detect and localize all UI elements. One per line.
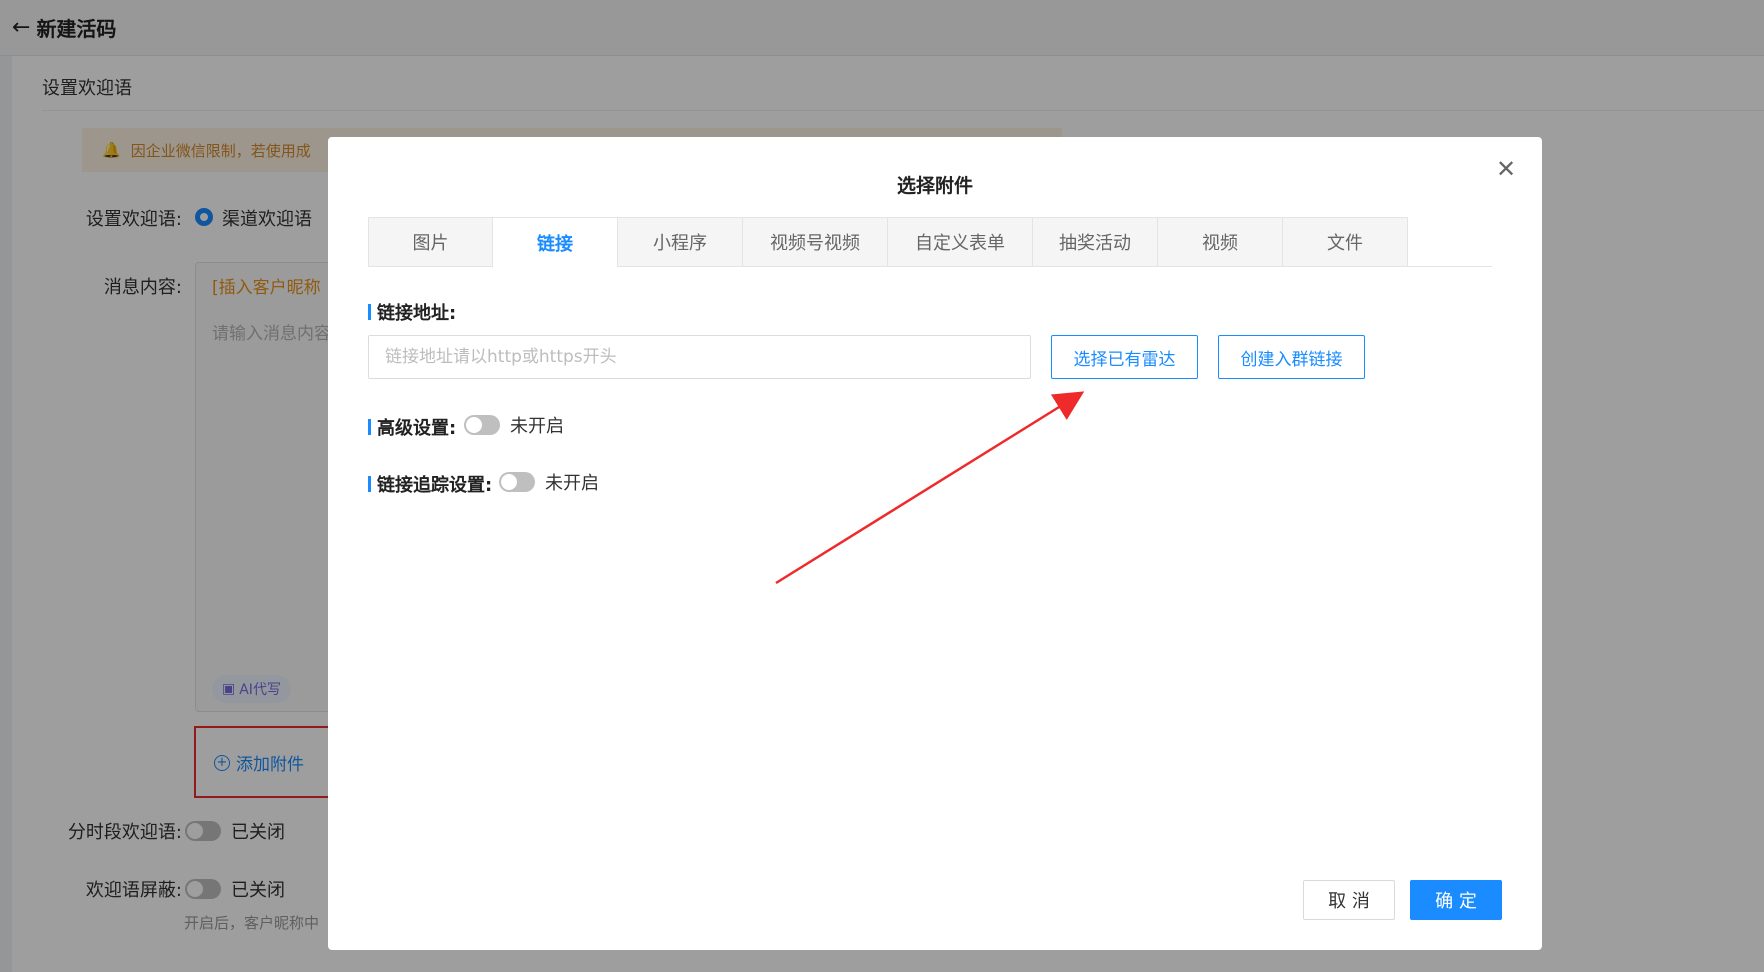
- select-radar-button[interactable]: 选择已有雷达: [1051, 335, 1198, 379]
- advanced-label-text: 高级设置:: [377, 418, 457, 439]
- url-label: 链接地址:: [368, 299, 456, 325]
- tab-link[interactable]: 链接: [492, 217, 617, 268]
- ok-button[interactable]: 确 定: [1410, 880, 1502, 920]
- tracking-label: 链接追踪设置:: [368, 471, 492, 497]
- tab-custom-form[interactable]: 自定义表单: [887, 217, 1032, 267]
- close-icon[interactable]: ✕: [1492, 155, 1520, 183]
- label-bar: [368, 304, 371, 320]
- dialog-title: 选择附件: [896, 175, 973, 197]
- tracking-status: 未开启: [545, 473, 599, 494]
- tab-mini-program[interactable]: 小程序: [617, 217, 742, 267]
- tracking-switch[interactable]: [499, 472, 535, 492]
- tab-channel-video[interactable]: 视频号视频: [742, 217, 887, 267]
- url-label-text: 链接地址:: [377, 303, 457, 324]
- tab-image[interactable]: 图片: [368, 217, 492, 267]
- attachment-tabs: 图片 链接 小程序 视频号视频 自定义表单 抽奖活动 视频 文件: [368, 217, 1492, 268]
- tab-video[interactable]: 视频: [1157, 217, 1282, 267]
- advanced-status: 未开启: [510, 416, 564, 437]
- url-input[interactable]: [368, 335, 1031, 379]
- cancel-button[interactable]: 取 消: [1303, 880, 1395, 920]
- tracking-label-text: 链接追踪设置:: [377, 475, 493, 496]
- create-group-link-button[interactable]: 创建入群链接: [1218, 335, 1365, 379]
- label-bar: [368, 419, 371, 435]
- advanced-switch[interactable]: [464, 415, 500, 435]
- select-attachment-dialog: 选择附件 ✕ 图片 链接 小程序 视频号视频 自定义表单 抽奖活动 视频 文件 …: [328, 137, 1542, 950]
- advanced-label: 高级设置:: [368, 414, 456, 440]
- tab-file[interactable]: 文件: [1282, 217, 1408, 267]
- tab-lottery[interactable]: 抽奖活动: [1032, 217, 1157, 267]
- label-bar: [368, 476, 371, 492]
